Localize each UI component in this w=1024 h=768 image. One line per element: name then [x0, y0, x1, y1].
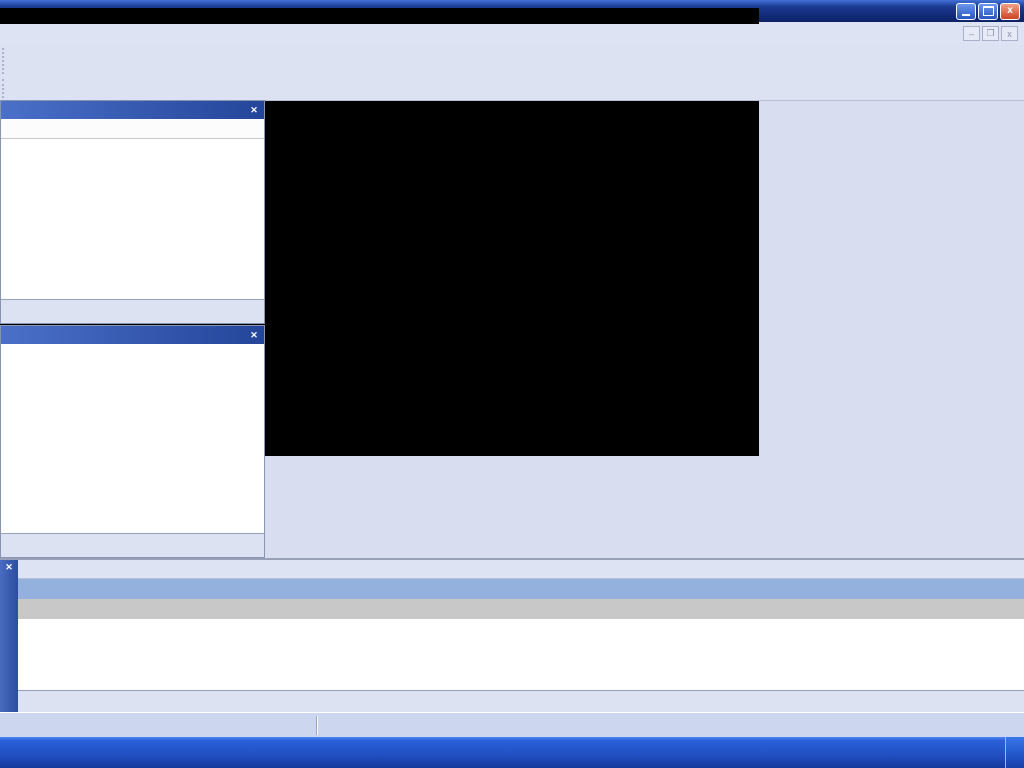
close-button[interactable]: x: [1000, 3, 1020, 20]
navigator-close-icon[interactable]: ✕: [247, 329, 261, 342]
menu-bar: – ❒ x: [0, 22, 1024, 46]
navigator-tree: [1, 344, 264, 532]
navigator-tabs: [1, 533, 264, 557]
mdi-restore-button[interactable]: ❒: [982, 26, 999, 41]
standard-toolbar: [0, 45, 1024, 78]
terminal-panel: ✕: [0, 558, 1024, 714]
navigator-title: ✕: [1, 326, 264, 344]
windows-taskbar: [0, 737, 1024, 768]
market-watch-close-icon[interactable]: ✕: [247, 104, 261, 117]
toolbar-grip[interactable]: [2, 79, 9, 97]
start-button[interactable]: [0, 737, 40, 768]
time-axis: [0, 8, 759, 24]
status-bar: [0, 712, 1024, 738]
status-help-text: [0, 716, 316, 735]
profile-selector[interactable]: [316, 716, 429, 735]
market-watch-header: [1, 119, 264, 139]
mdi-close-button[interactable]: x: [1001, 26, 1018, 41]
mdi-minimize-button[interactable]: –: [963, 26, 980, 41]
terminal-close-icon[interactable]: ✕: [0, 560, 18, 573]
balance-row: [18, 599, 1024, 619]
market-watch-tabs: [1, 299, 264, 323]
toolbar-grip[interactable]: [2, 48, 9, 74]
terminal-drag-strip[interactable]: ✕: [0, 560, 18, 714]
market-watch-panel: ✕: [0, 100, 265, 324]
maximize-button[interactable]: [978, 3, 998, 20]
system-tray: [1005, 737, 1024, 768]
navigator-panel: ✕: [0, 325, 265, 558]
application-window: x – ❒ x ✕ ✕: [0, 0, 1024, 456]
charts-toolbar: [0, 77, 1024, 101]
terminal-tabs: [18, 690, 1024, 714]
connection-status: [1002, 716, 1024, 735]
terminal-table-header: [18, 560, 1024, 579]
open-order-row[interactable]: [18, 579, 1024, 599]
minimize-button[interactable]: [956, 3, 976, 20]
market-watch-title: ✕: [1, 101, 264, 119]
